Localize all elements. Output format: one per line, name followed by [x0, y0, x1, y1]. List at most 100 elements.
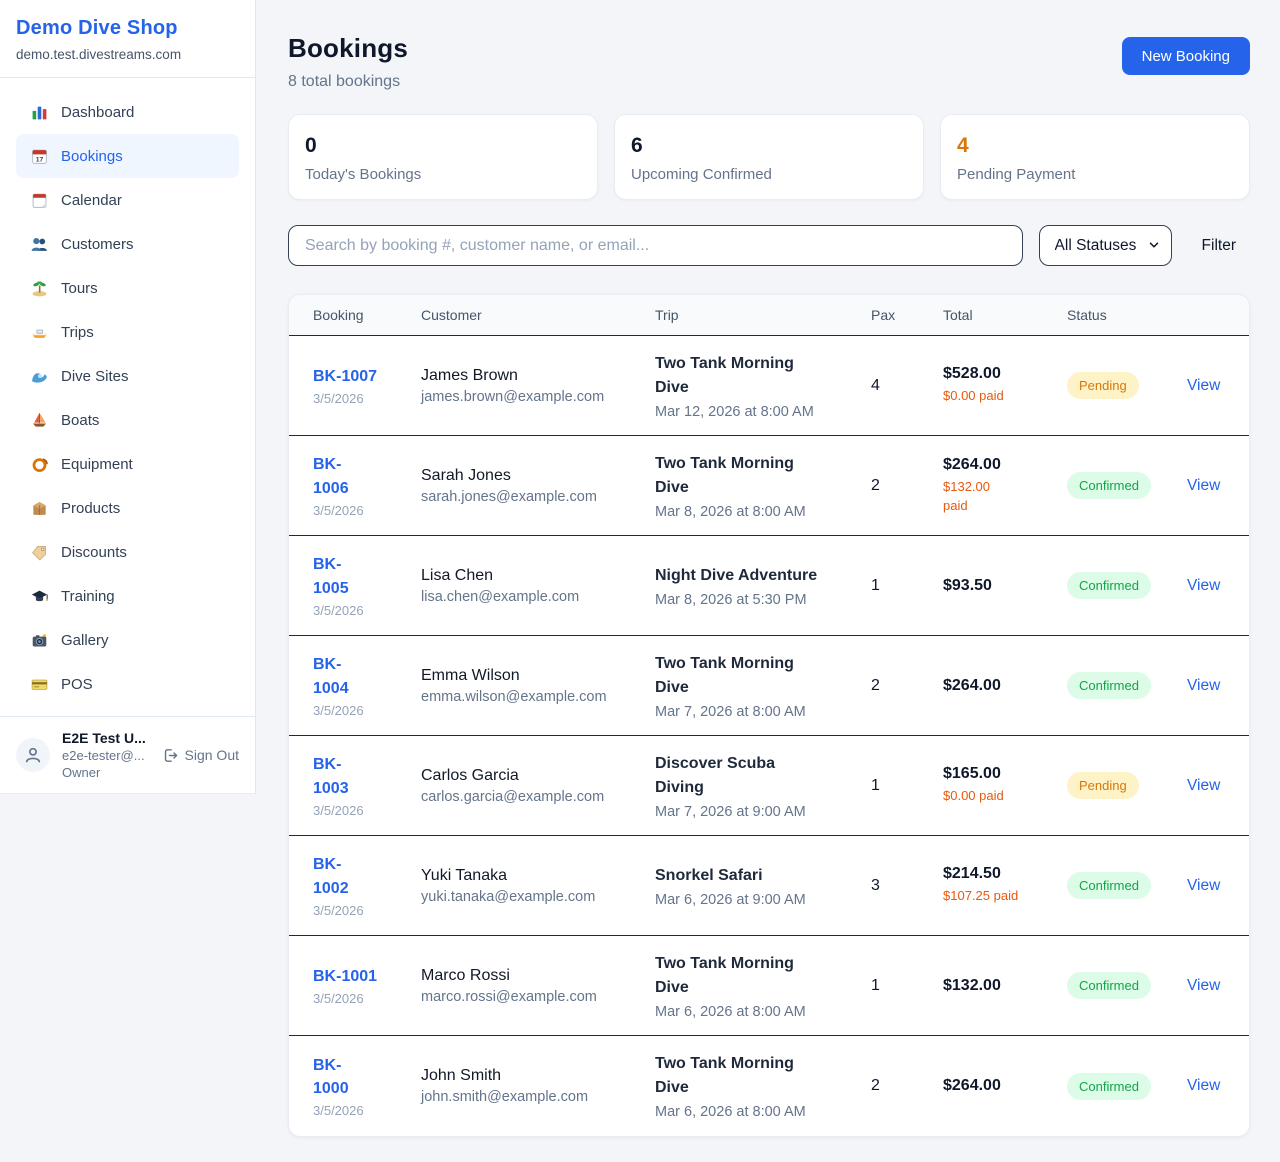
booking-date: 3/5/2026 — [313, 391, 405, 406]
trip-datetime: Mar 7, 2026 at 8:00 AM — [655, 704, 855, 720]
sidebar-item-discounts[interactable]: Discounts — [16, 530, 239, 574]
person-icon — [22, 744, 44, 766]
booking-id-link[interactable]: BK- 1000 — [313, 1054, 405, 1100]
pax-value: 1 — [871, 777, 927, 795]
status-select[interactable]: All Statuses — [1039, 225, 1172, 266]
trip-name: Snorkel Safari — [655, 864, 855, 888]
sidebar-item-pos[interactable]: POS — [16, 662, 239, 706]
view-link[interactable]: View — [1187, 777, 1225, 795]
table-row: BK- 1002 3/5/2026 Yuki Tanaka yuki.tanak… — [289, 836, 1249, 936]
total-cell: $165.00 $0.00 paid — [943, 765, 1051, 806]
user-role: Owner — [62, 765, 146, 780]
sidebar-item-dashboard[interactable]: Dashboard — [16, 90, 239, 134]
total-amount: $93.50 — [943, 577, 1051, 595]
sidebar-item-products[interactable]: Products — [16, 486, 239, 530]
total-cell: $214.50 $107.25 paid — [943, 865, 1051, 906]
view-link[interactable]: View — [1187, 577, 1225, 595]
booking-id-link[interactable]: BK- 1004 — [313, 653, 405, 699]
booking-id-link[interactable]: BK- 1002 — [313, 853, 405, 899]
view-link[interactable]: View — [1187, 877, 1225, 895]
table-row: BK- 1000 3/5/2026 John Smith john.smith@… — [289, 1036, 1249, 1136]
status-badge: Confirmed — [1067, 572, 1151, 599]
sidebar-item-trips[interactable]: Trips — [16, 310, 239, 354]
user-block: E2E Test U... e2e-tester@... Owner Sign … — [0, 716, 255, 793]
view-link[interactable]: View — [1187, 1077, 1225, 1095]
status-cell: Confirmed — [1067, 472, 1171, 499]
sidebar-item-gallery[interactable]: Gallery — [16, 618, 239, 662]
stat-card-upcoming-confirmed: 6Upcoming Confirmed — [614, 114, 924, 200]
sidebar-item-boats[interactable]: Boats — [16, 398, 239, 442]
paid-amount: $107.25 paid — [943, 887, 1051, 906]
total-amount: $214.50 — [943, 865, 1051, 883]
pax-value: 1 — [871, 577, 927, 595]
user-info: E2E Test U... e2e-tester@... Owner — [62, 730, 146, 780]
sidebar-item-equipment[interactable]: Equipment — [16, 442, 239, 486]
trip-name: Two Tank Morning Dive — [655, 452, 855, 500]
trip-cell: Discover Scuba Diving Mar 7, 2026 at 9:0… — [655, 752, 855, 820]
total-amount: $264.00 — [943, 456, 1051, 474]
status-cell: Confirmed — [1067, 1073, 1171, 1100]
package-icon — [30, 499, 48, 517]
sidebar-item-customers[interactable]: Customers — [16, 222, 239, 266]
booking-date: 3/5/2026 — [313, 1103, 405, 1118]
sidebar-item-training[interactable]: Training — [16, 574, 239, 618]
column-header-status: Status — [1067, 307, 1171, 323]
page-header: Bookings 8 total bookings New Booking — [288, 33, 1250, 91]
page-title: Bookings — [288, 33, 408, 64]
customer-cell: Carlos Garcia carlos.garcia@example.com — [421, 767, 639, 805]
customer-name: Sarah Jones — [421, 467, 639, 485]
column-header-customer: Customer — [421, 307, 639, 323]
customer-cell: Emma Wilson emma.wilson@example.com — [421, 667, 639, 705]
sidebar: Demo Dive Shop demo.test.divestreams.com… — [0, 0, 256, 1162]
status-badge: Confirmed — [1067, 872, 1151, 899]
paid-amount: $0.00 paid — [943, 787, 1051, 806]
trip-name: Two Tank Morning Dive — [655, 1052, 855, 1100]
view-link[interactable]: View — [1187, 977, 1225, 995]
filter-button[interactable]: Filter — [1188, 237, 1250, 255]
sign-out-button[interactable]: Sign Out — [162, 747, 239, 764]
booking-id-link[interactable]: BK- 1003 — [313, 753, 405, 799]
view-link[interactable]: View — [1187, 677, 1225, 695]
sidebar-item-bookings[interactable]: 17Bookings — [16, 134, 239, 178]
total-cell: $264.00 — [943, 1077, 1051, 1095]
booking-id-link[interactable]: BK-1007 — [313, 365, 405, 388]
users-icon — [30, 235, 48, 253]
view-link[interactable]: View — [1187, 377, 1225, 395]
booking-id-link[interactable]: BK- 1006 — [313, 453, 405, 499]
sidebar-item-label: Boats — [61, 412, 99, 429]
island-icon — [30, 279, 48, 297]
sidebar-item-dive-sites[interactable]: Dive Sites — [16, 354, 239, 398]
stat-card-today-s-bookings: 0Today's Bookings — [288, 114, 598, 200]
stat-label: Pending Payment — [957, 166, 1233, 183]
trip-name: Night Dive Adventure — [655, 564, 855, 588]
booking-cell: BK-1007 3/5/2026 — [313, 365, 405, 406]
trip-datetime: Mar 6, 2026 at 8:00 AM — [655, 1104, 855, 1120]
sidebar-item-label: Tours — [61, 280, 98, 297]
status-cell: Confirmed — [1067, 672, 1171, 699]
trip-cell: Two Tank Morning Dive Mar 12, 2026 at 8:… — [655, 352, 855, 420]
sidebar-item-tours[interactable]: Tours — [16, 266, 239, 310]
sidebar-item-label: Trips — [61, 324, 94, 341]
trip-datetime: Mar 6, 2026 at 9:00 AM — [655, 892, 855, 908]
status-select-wrap: All Statuses — [1039, 225, 1172, 266]
new-booking-button[interactable]: New Booking — [1122, 37, 1250, 75]
booking-date: 3/5/2026 — [313, 991, 405, 1006]
booking-cell: BK- 1004 3/5/2026 — [313, 653, 405, 717]
trip-name: Discover Scuba Diving — [655, 752, 855, 800]
camera-icon — [30, 631, 48, 649]
booking-id-link[interactable]: BK- 1005 — [313, 553, 405, 599]
sidebar-item-calendar[interactable]: Calendar — [16, 178, 239, 222]
sign-out-icon — [162, 747, 179, 764]
status-cell: Confirmed — [1067, 972, 1171, 999]
status-badge: Confirmed — [1067, 972, 1151, 999]
stat-value: 6 — [631, 134, 907, 158]
status-badge: Confirmed — [1067, 672, 1151, 699]
sidebar-item-label: Calendar — [61, 192, 122, 209]
booking-id-link[interactable]: BK-1001 — [313, 965, 405, 988]
view-link[interactable]: View — [1187, 477, 1225, 495]
search-input[interactable] — [288, 225, 1023, 266]
calendar-page-icon — [30, 191, 48, 209]
pax-value: 3 — [871, 877, 927, 895]
booking-cell: BK- 1003 3/5/2026 — [313, 753, 405, 817]
trip-cell: Two Tank Morning Dive Mar 8, 2026 at 8:0… — [655, 452, 855, 520]
